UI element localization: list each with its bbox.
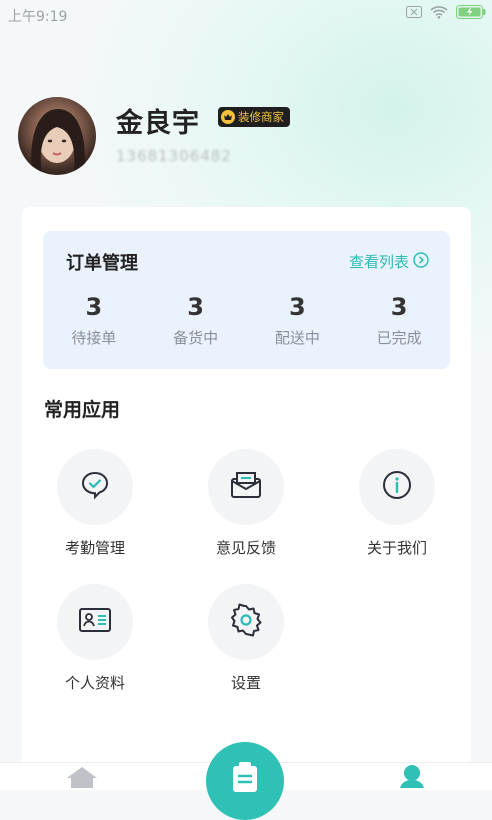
tab-home[interactable]	[66, 766, 98, 792]
stat-label: 配送中	[274, 329, 320, 347]
tab-me[interactable]	[398, 764, 426, 792]
tab-orders[interactable]	[206, 742, 284, 820]
crown-icon	[221, 110, 235, 124]
app-label: 个人资料	[64, 674, 125, 692]
stat-label: 待接单	[71, 329, 117, 347]
envelope-icon	[229, 470, 263, 504]
avatar[interactable]	[18, 97, 96, 175]
stat-value: 3	[289, 293, 306, 321]
app-settings[interactable]: 设置	[186, 584, 306, 693]
main-card: 订单管理 查看列表 3 待接单 3 备货中 3 配送中 3 已完成 常用应用 考…	[22, 207, 471, 767]
app-about-us[interactable]: 关于我们	[337, 449, 457, 558]
clipboard-icon	[228, 742, 262, 820]
sim-icon	[406, 6, 422, 18]
app-label: 意见反馈	[215, 539, 276, 557]
view-list-link[interactable]: 查看列表	[349, 251, 429, 272]
status-time: 上午9:19	[8, 9, 68, 25]
app-attendance[interactable]: 考勤管理	[35, 449, 155, 558]
app-profile[interactable]: 个人资料	[35, 584, 155, 693]
order-management-panel: 订单管理 查看列表 3 待接单 3 备货中 3 配送中 3 已完成	[43, 231, 450, 369]
id-card-icon	[78, 606, 112, 638]
user-name: 金良宇	[116, 108, 200, 139]
order-management-title: 订单管理	[66, 253, 138, 274]
stat-value: 3	[85, 293, 103, 321]
phone-number: 13681306482	[116, 147, 232, 165]
chevron-right-circle-icon	[413, 251, 429, 272]
app-label: 设置	[230, 674, 261, 692]
stat-preparing[interactable]: 3 备货中	[145, 293, 247, 348]
status-bar: 上午9:19	[0, 0, 492, 30]
app-label: 关于我们	[366, 539, 427, 557]
check-chat-icon	[79, 469, 111, 505]
gear-icon	[229, 603, 263, 641]
order-stats: 3 待接单 3 备货中 3 配送中 3 已完成	[43, 293, 450, 348]
merchant-badge-label: 装修商家	[238, 110, 284, 124]
merchant-badge: 装修商家	[218, 107, 290, 127]
profile-section: 金良宇 装修商家 13681306482	[18, 97, 478, 177]
stat-value: 3	[390, 293, 408, 321]
app-feedback[interactable]: 意见反馈	[186, 449, 306, 558]
stat-value: 3	[187, 293, 204, 321]
app-label: 考勤管理	[64, 539, 125, 557]
common-apps-title: 常用应用	[44, 399, 121, 421]
stat-delivering[interactable]: 3 配送中	[247, 293, 349, 348]
stat-completed[interactable]: 3 已完成	[348, 293, 450, 348]
home-icon	[66, 767, 98, 792]
stat-pending[interactable]: 3 待接单	[43, 293, 145, 348]
user-icon	[398, 765, 426, 792]
wifi-icon	[430, 5, 448, 19]
battery-icon	[456, 5, 486, 19]
view-list-label: 查看列表	[348, 253, 409, 271]
stat-label: 已完成	[376, 329, 422, 347]
stat-label: 备货中	[173, 329, 219, 347]
info-icon	[381, 469, 413, 505]
